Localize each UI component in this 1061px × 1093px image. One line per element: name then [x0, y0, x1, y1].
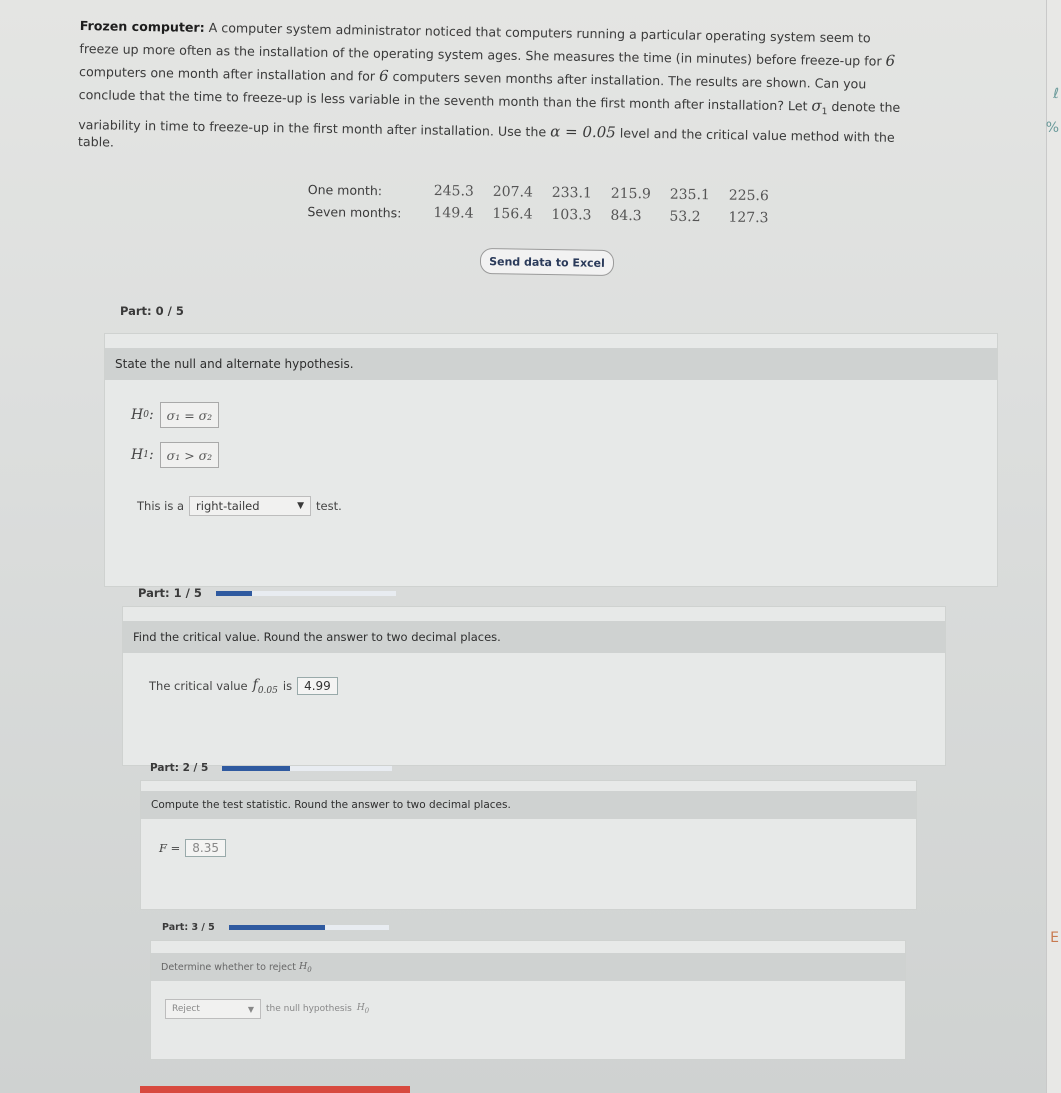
- dropdown-arrow-icon: ▼: [297, 501, 305, 511]
- null-hypothesis: H0: σ₁ = σ₂: [131, 402, 220, 428]
- progress-bar: [228, 925, 389, 930]
- tail-prefix: This is a: [137, 499, 185, 513]
- f-sub: 0.05: [257, 685, 278, 696]
- f-equals-label: F =: [159, 841, 181, 855]
- problem-line-3b: computers seven months after installatio…: [392, 68, 867, 92]
- table-cell: 235.1: [669, 186, 710, 204]
- part-0-label: Part: 0 / 5: [120, 304, 184, 318]
- part-label-text: Part:: [150, 762, 179, 774]
- data-table: One month: 245.3 207.4 233.1 215.9 235.1…: [307, 178, 788, 230]
- part-fraction: 1 / 5: [173, 586, 202, 600]
- part-2-panel: Compute the test statistic. Round the an…: [140, 780, 917, 910]
- progress-fill: [222, 765, 291, 771]
- decision-value: Reject: [172, 1004, 200, 1014]
- dropdown-arrow-icon: ▼: [247, 1004, 254, 1014]
- table-cell: 127.3: [728, 209, 769, 227]
- edge-icon-a: ℓ: [1053, 86, 1059, 102]
- row-label: Seven months:: [307, 203, 402, 220]
- progress-bar: [222, 765, 393, 771]
- problem-line-4b: denote the: [831, 98, 901, 115]
- is-text: is: [282, 679, 293, 694]
- part-label-text: Part:: [162, 922, 189, 933]
- question-prompt: Compute the test statistic. Round the an…: [141, 791, 916, 819]
- problem-alpha: α = 0.05: [550, 121, 616, 141]
- decision-select[interactable]: Reject ▼: [165, 999, 261, 1019]
- part-3-label: Part: 3 / 5: [162, 922, 389, 933]
- alt-hypothesis: H1: σ₁ > σ₂: [131, 442, 220, 468]
- part-1-label: Part: 1 / 5: [138, 586, 396, 600]
- table-cell: 53.2: [669, 208, 701, 226]
- progress-bar: [215, 590, 396, 596]
- reject-prompt-text: Determine whether to reject: [161, 961, 296, 973]
- h0-sub: 0: [307, 965, 312, 974]
- problem-line-5b: level and the critical value method with…: [619, 125, 895, 145]
- problem-line-6: table.: [77, 133, 115, 150]
- h0-answer-box[interactable]: σ₁ = σ₂: [159, 402, 220, 428]
- table-cell: 103.3: [551, 206, 592, 224]
- table-cell: 207.4: [492, 183, 534, 201]
- part-label-text: Part:: [120, 304, 152, 318]
- test-statistic-row: F = 8.35: [159, 839, 226, 857]
- h0-symbol: H: [356, 1003, 365, 1014]
- problem-line-3: computers one month after installation a…: [78, 63, 376, 84]
- h1-symbol: H: [131, 447, 144, 463]
- tail-suffix: test.: [316, 499, 342, 513]
- part-fraction: 0 / 5: [155, 304, 184, 318]
- edge-icon-b: %: [1045, 120, 1059, 136]
- part-fraction: 3 / 5: [191, 922, 215, 933]
- test-statistic-input[interactable]: 8.35: [185, 839, 226, 857]
- problem-n2: 6: [378, 66, 389, 85]
- critical-value-input[interactable]: 4.99: [297, 677, 338, 696]
- decision-suffix: the null hypothesis: [266, 1004, 352, 1014]
- table-cell: 156.4: [492, 205, 533, 223]
- progress-fill: [215, 590, 252, 596]
- h0-symbol: H: [131, 407, 144, 423]
- right-edge-strip: ℓ % E: [1046, 0, 1061, 1093]
- part-0-panel: State the null and alternate hypothesis.…: [104, 333, 998, 587]
- bottom-red-bar: [140, 1086, 410, 1093]
- problem-n1: 6: [885, 51, 896, 70]
- tail-sentence: This is a right-tailed ▼ test.: [137, 496, 342, 516]
- part-label-text: Part:: [138, 586, 170, 600]
- problem-line-5: variability in time to freeze-up in the …: [78, 116, 547, 139]
- question-prompt: Determine whether to reject H0: [151, 953, 905, 981]
- edge-icon-c: E: [1050, 930, 1059, 946]
- decision-row: Reject ▼ the null hypothesis H0: [165, 999, 369, 1019]
- part-fraction: 2 / 5: [182, 762, 209, 774]
- h1-sub: 1: [143, 450, 149, 460]
- question-prompt: State the null and alternate hypothesis.: [105, 348, 997, 380]
- table-cell: 215.9: [610, 185, 652, 203]
- tail-select-value: right-tailed: [196, 499, 260, 513]
- part-2-label: Part: 2 / 5: [150, 762, 393, 774]
- h1-answer-box[interactable]: σ₁ > σ₂: [159, 442, 220, 468]
- critical-text: The critical value: [149, 679, 248, 694]
- row-label: One month:: [307, 181, 383, 198]
- critical-value-sentence: The critical value f0.05 is 4.99: [149, 677, 338, 696]
- table-cell: 149.4: [433, 204, 474, 222]
- table-cell: 84.3: [610, 207, 642, 225]
- table-cell: 225.6: [728, 187, 769, 205]
- table-cell: 245.3: [433, 182, 475, 200]
- problem-title: Frozen computer:: [79, 17, 205, 35]
- problem-statement: Frozen computer: A computer system admin…: [77, 17, 901, 150]
- send-to-excel-button[interactable]: Send data to Excel: [479, 247, 615, 277]
- question-prompt: Find the critical value. Round the answe…: [123, 621, 945, 653]
- part-3-panel: Determine whether to reject H0 Reject ▼ …: [150, 940, 906, 1060]
- part-1-panel: Find the critical value. Round the answe…: [122, 606, 946, 766]
- h0-sub: 0: [143, 410, 149, 420]
- progress-fill: [228, 925, 325, 930]
- table-cell: 233.1: [551, 184, 593, 202]
- h0-sub: 0: [364, 1006, 370, 1015]
- problem-sigma: σ: [811, 96, 822, 115]
- tail-select[interactable]: right-tailed ▼: [189, 496, 312, 516]
